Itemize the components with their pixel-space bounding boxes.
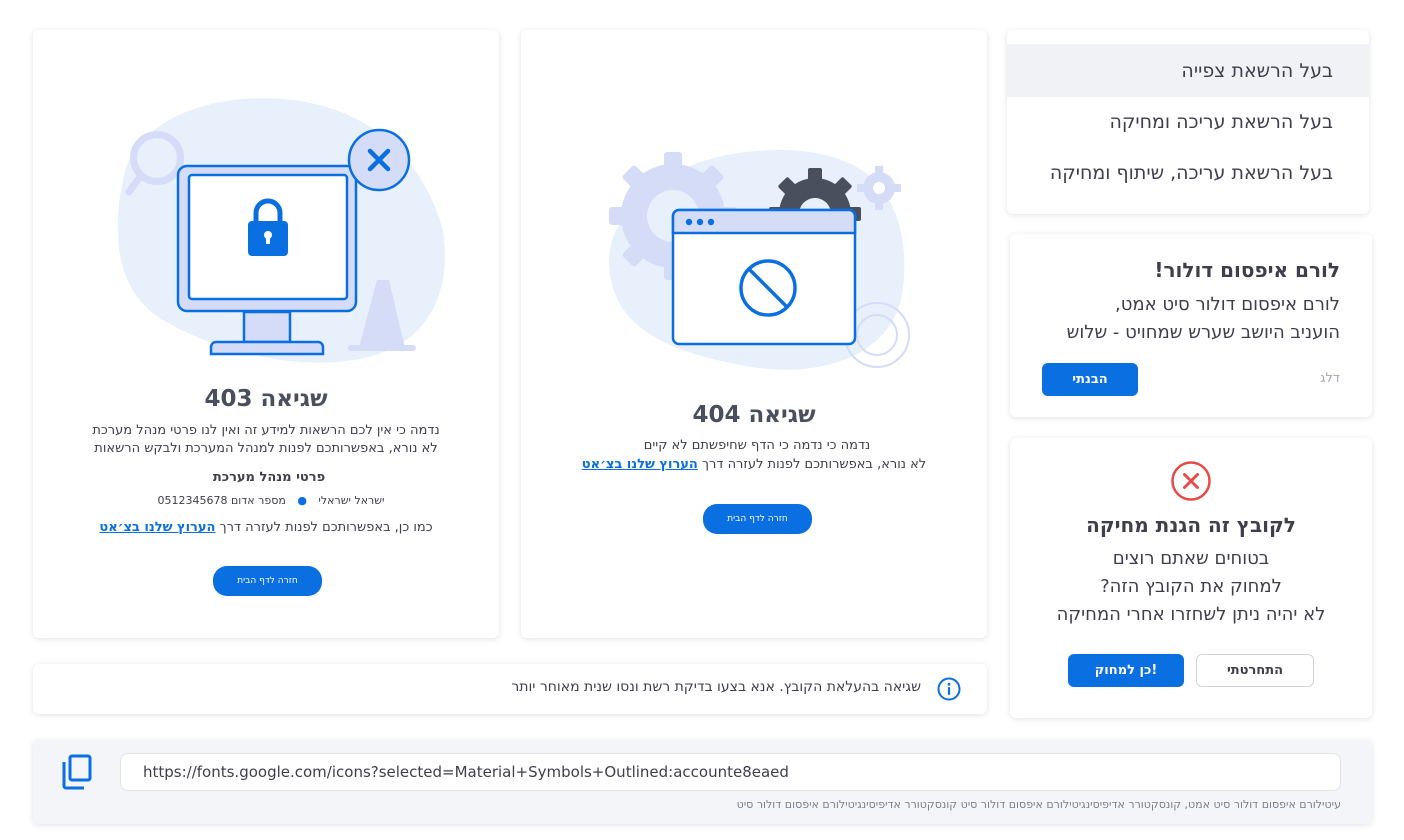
upload-error-toast: שגיאה בהעלאת הקובץ. אנא בצעו בדיקת רשת ו… xyxy=(33,664,987,714)
upload-error-message: שגיאה בהעלאת הקובץ. אנא בצעו בדיקת רשת ו… xyxy=(511,679,921,695)
permissions-menu: בעל הרשאת צפייה בעל הרשאת עריכה ומחיקה ב… xyxy=(1007,30,1369,214)
delete-protection-dialog: לקובץ זה הגנת מחיקה בטוחים שאתם רוצים למ… xyxy=(1010,438,1372,718)
error-403-line-2: לא נורא, באפשרותכם לפנות למנהל המערכת ול… xyxy=(94,441,438,456)
admin-phone: מספר אדום 0512345678 xyxy=(157,494,286,507)
error-404-help-text: לא נורא, באפשרותכם לפנות לעזרה דרך xyxy=(702,457,927,472)
permission-option-edit-delete[interactable]: בעל הרשאת עריכה ומחיקה xyxy=(1007,97,1369,147)
admin-details: ישראל ישראלי ● מספר אדום 0512345678 xyxy=(33,494,509,507)
url-value: https://fonts.google.com/icons?selected=… xyxy=(143,763,789,781)
url-field[interactable]: https://fonts.google.com/icons?selected=… xyxy=(120,753,1341,791)
info-dialog-line-1: לורם איפסום דולור סיט אמט, xyxy=(1114,294,1340,315)
chat-channel-link[interactable]: הערוץ שלנו בצ׳אט xyxy=(582,457,698,472)
permission-option-label: בעל הרשאת עריכה ומחיקה xyxy=(1109,111,1333,133)
error-x-icon xyxy=(1171,461,1211,501)
delete-dialog-line-2: למחוק את הקובץ הזה? xyxy=(1100,576,1282,597)
info-dialog: לורם איפסום דולור! לורם איפסום דולור סיט… xyxy=(1010,234,1372,417)
permission-option-label: בעל הרשאת עריכה, שיתוף ומחיקה xyxy=(1049,162,1333,184)
error-403-title: שגיאה 403 xyxy=(204,386,328,412)
admin-details-heading: פרטי מנהל מערכת xyxy=(212,470,326,485)
error-404-line-2: לא נורא, באפשרותכם לפנות לעזרה דרך הערוץ… xyxy=(521,457,987,472)
info-icon xyxy=(937,677,961,701)
cancel-button[interactable]: התחרטתי xyxy=(1196,654,1314,687)
error-404-card: שגיאה 404 נדמה כי נדמה כי הדף שחיפשתם לא… xyxy=(521,30,987,638)
separator-dot: ● xyxy=(297,494,307,507)
permission-option-edit-share-delete[interactable]: בעל הרשאת עריכה, שיתוף ומחיקה xyxy=(1007,148,1369,198)
permission-option-label: בעל הרשאת צפייה xyxy=(1181,59,1333,82)
link-bar: https://fonts.google.com/icons?selected=… xyxy=(33,740,1372,824)
broken-page-illustration xyxy=(609,150,910,370)
back-home-button[interactable]: חזרה לדף הבית xyxy=(213,566,322,596)
copy-icon[interactable] xyxy=(61,754,93,790)
delete-dialog-line-1: בטוחים שאתם רוצים xyxy=(1112,548,1270,569)
locked-computer-illustration xyxy=(117,98,445,363)
error-403-card: שגיאה 403 נדמה כי אין לכם הרשאות למידע ז… xyxy=(33,30,499,638)
delete-dialog-line-3: לא יהיה ניתן לשחזרו אחרי המחיקה xyxy=(1056,604,1326,625)
error-403-line-1: נדמה כי אין לכם הרשאות למידע זה ואין לנו… xyxy=(92,423,440,438)
chat-channel-link[interactable]: הערוץ שלנו בצ׳אט xyxy=(99,520,215,535)
info-dialog-title: לורם איפסום דולור! xyxy=(1154,258,1340,282)
confirm-delete-button[interactable]: כן למחוק! xyxy=(1068,654,1184,687)
permission-option-view[interactable]: בעל הרשאת צפייה xyxy=(1007,44,1369,97)
error-403-help-text: כמו כן, באפשרותכם לפנות לעזרה דרך xyxy=(219,520,433,535)
info-dialog-line-2: הועניב היושב שערש שמחויט - שלוש xyxy=(1066,322,1340,343)
error-403-line-3: כמו כן, באפשרותכם לפנות לעזרה דרך הערוץ … xyxy=(33,520,499,535)
understood-button[interactable]: הבנתי xyxy=(1042,363,1138,396)
error-404-line-1: נדמה כי נדמה כי הדף שחיפשתם לא קיים xyxy=(643,438,871,453)
delete-dialog-title: לקובץ זה הגנת מחיקה xyxy=(1086,513,1296,537)
error-404-title: שגיאה 404 xyxy=(692,402,816,428)
back-home-button[interactable]: חזרה לדף הבית xyxy=(703,504,812,534)
admin-name: ישראל ישראלי xyxy=(318,494,385,507)
link-bar-caption: עיטילורם איפסום דולור סיט אמט, קונסקטורר… xyxy=(736,798,1341,811)
skip-link[interactable]: דלג xyxy=(1320,371,1340,386)
